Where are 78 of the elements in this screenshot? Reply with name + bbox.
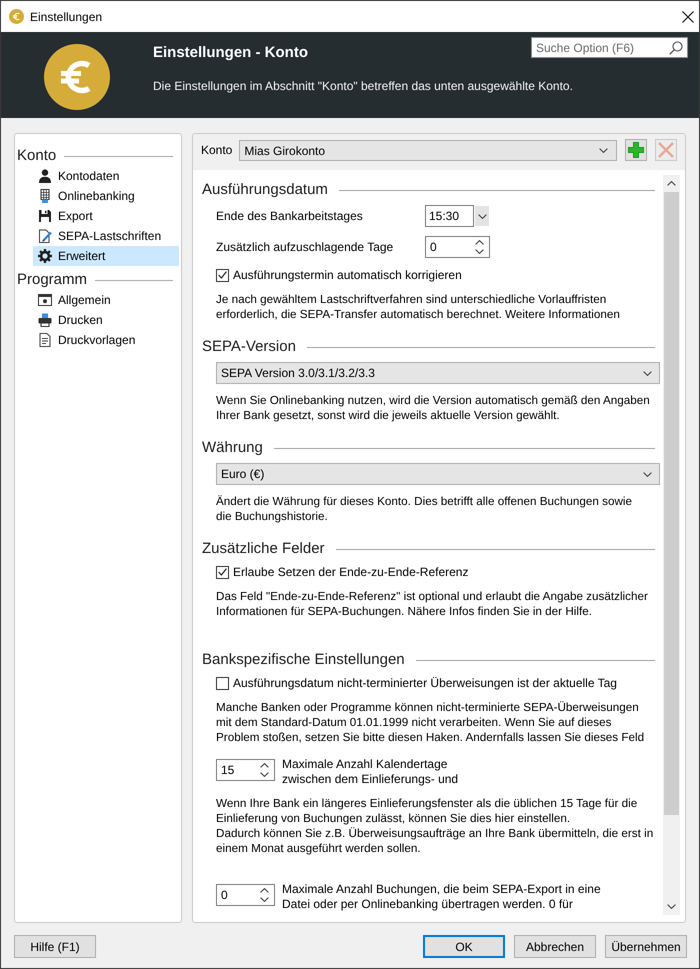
document-icon <box>38 333 52 347</box>
dropdown-button[interactable] <box>475 206 489 226</box>
section-heading: Zusätzliche Felder <box>202 539 325 559</box>
section-heading: Bankspezifische Einstellungen <box>202 650 405 670</box>
section-heading: SEPA-Version <box>202 337 296 357</box>
search-icon <box>669 40 683 54</box>
nav-item[interactable]: Druckvorlagen <box>33 330 179 350</box>
chevron-down-icon[interactable] <box>475 249 484 254</box>
gear-icon <box>38 249 52 263</box>
chevron-down-icon <box>599 148 608 153</box>
section-heading: Ausführungsdatum <box>202 180 328 200</box>
dialog-button[interactable]: OK <box>423 935 505 958</box>
field-label: Maximale Anzahl Buchungen, die beim SEPA-Export in eine Datei oder per Onlinebanking übertragen werden. 0 für <box>282 882 601 912</box>
account-dropdown[interactable]: Mias Girokonto <box>239 140 617 161</box>
search-field[interactable]: Suche Option (F6) <box>531 37 688 58</box>
cross-icon <box>658 142 674 158</box>
nav-item[interactable]: Allgemein <box>33 290 179 310</box>
dropdown[interactable]: SEPA Version 3.0/3.1/3.2/3.3 <box>216 362 660 384</box>
nav-item[interactable]: SEPA-Lastschriften <box>33 226 179 246</box>
chevron-down-icon[interactable] <box>260 772 269 777</box>
nav-group-heading: Programm <box>17 270 88 290</box>
scrollbar-thumb[interactable] <box>664 192 679 815</box>
euro-coin-icon <box>44 44 110 110</box>
euro-coin-icon <box>9 9 24 24</box>
number-field[interactable]: 15 <box>216 759 275 781</box>
document-pen-icon <box>38 229 52 243</box>
chevron-down-icon <box>478 214 486 218</box>
page-description: Die Einstellungen im Abschnitt "Konto" betreffen das unten ausgewählte Konto. <box>153 78 573 95</box>
description-text: Wenn Ihre Bank ein längeres Einlieferungsfenster als die üblichen 15 Tage für die Einlieferung von Buchungen zulässt, können Sie dies hier einstellen. Dadurch können Sie z.B. Überweisungsaufträge an Ihre Bank übermitteln, die erst in einem Monat ausgeführt werden sollen. <box>216 796 654 856</box>
number-field[interactable]: 0 <box>425 236 490 258</box>
nav-item[interactable]: Export <box>33 206 179 226</box>
printer-icon <box>38 313 52 327</box>
window-title: Einstellungen <box>30 10 104 24</box>
chevron-up-icon[interactable] <box>667 181 676 186</box>
field-label: Ende des Bankarbeitstages <box>216 208 364 224</box>
field-label: Maximale Anzahl Kalendertage zwischen dem Einlieferungs- und <box>282 757 458 787</box>
check-icon <box>218 271 227 279</box>
dialog-button[interactable]: Hilfe (F1) <box>14 935 96 958</box>
checkbox-label: Ausführungsdatum nicht-terminierter Überweisungen ist der aktuelle Tag <box>233 675 617 691</box>
check-icon <box>218 568 227 576</box>
page-title: Einstellungen - Konto <box>153 43 308 63</box>
time-field[interactable]: 15:30 <box>425 205 474 227</box>
nav-group-heading: Konto <box>17 146 56 166</box>
checkbox-label: Ausführungstermin automatisch korrigieren <box>233 267 462 283</box>
nav-item[interactable]: Drucken <box>33 310 179 330</box>
chevron-down-icon <box>643 370 652 376</box>
chevron-down-icon[interactable] <box>260 897 269 902</box>
add-button[interactable] <box>625 139 647 161</box>
chevron-up-icon[interactable] <box>475 240 484 245</box>
section-heading: Währung <box>202 438 263 458</box>
description-text: Je nach gewähltem Lastschriftverfahren sind unterschiedliche Vorlauffristen erforderlich, die SEPA-Transfer automatisch berechnet. Weitere Informationen <box>216 292 620 322</box>
description-text: Das Feld "Ende-zu-Ende-Referenz" ist optional und erlaubt die Angabe zusätzlicher Informationen für SEPA-Buchungen. Nähere Infos finden Sie in der Hilfe. <box>216 589 648 619</box>
checkbox[interactable] <box>216 676 229 690</box>
nav-item[interactable]: Kontodaten <box>33 166 179 186</box>
checkbox-label: Erlaube Setzen der Ende-zu-Ende-Referenz <box>233 564 468 580</box>
close-icon[interactable] <box>682 10 694 22</box>
checkbox[interactable] <box>216 268 229 282</box>
plus-icon <box>628 142 644 158</box>
person-icon <box>38 169 52 183</box>
chevron-up-icon[interactable] <box>260 888 269 893</box>
account-label: Konto <box>201 142 232 159</box>
nav-item[interactable]: Erweitert <box>33 246 179 266</box>
dialog-button[interactable]: Übernehmen <box>605 935 687 958</box>
chevron-down-icon[interactable] <box>667 904 676 909</box>
number-field[interactable]: 0 <box>216 884 275 906</box>
chevron-down-icon <box>643 472 652 476</box>
window-gear-icon <box>38 293 52 307</box>
field-label: Zusätzlich aufzuschlagende Tage <box>216 239 394 255</box>
nav-item[interactable]: Onlinebanking <box>33 186 179 206</box>
dropdown[interactable]: Euro (€) <box>216 463 660 485</box>
checkbox[interactable] <box>216 566 229 578</box>
description-text: Wenn Sie Onlinebanking nutzen, wird die Version automatisch gemäß den Angaben Ihrer Bank gesetzt, sonst wird die jeweils aktuelle Version gewählt. <box>216 393 650 423</box>
keypad-icon <box>38 189 52 203</box>
dialog-button[interactable]: Abbrechen <box>514 935 596 958</box>
chevron-up-icon[interactable] <box>260 763 269 768</box>
scrollbar[interactable] <box>663 175 680 915</box>
description-text: Ändert die Währung für dieses Konto. Dies betrifft alle offenen Buchungen sowie die Buchungshistorie. <box>216 494 632 524</box>
description-text: Manche Banken oder Programme können nicht-terminierte SEPA-Überweisungen mit dem Standard-Datum 01.01.1999 nicht verarbeiten. Wenn Sie auf dieses Problem stoßen, setzen Sie bitte diesen Haken. Andernfalls lassen Sie dieses Feld <box>216 700 644 745</box>
